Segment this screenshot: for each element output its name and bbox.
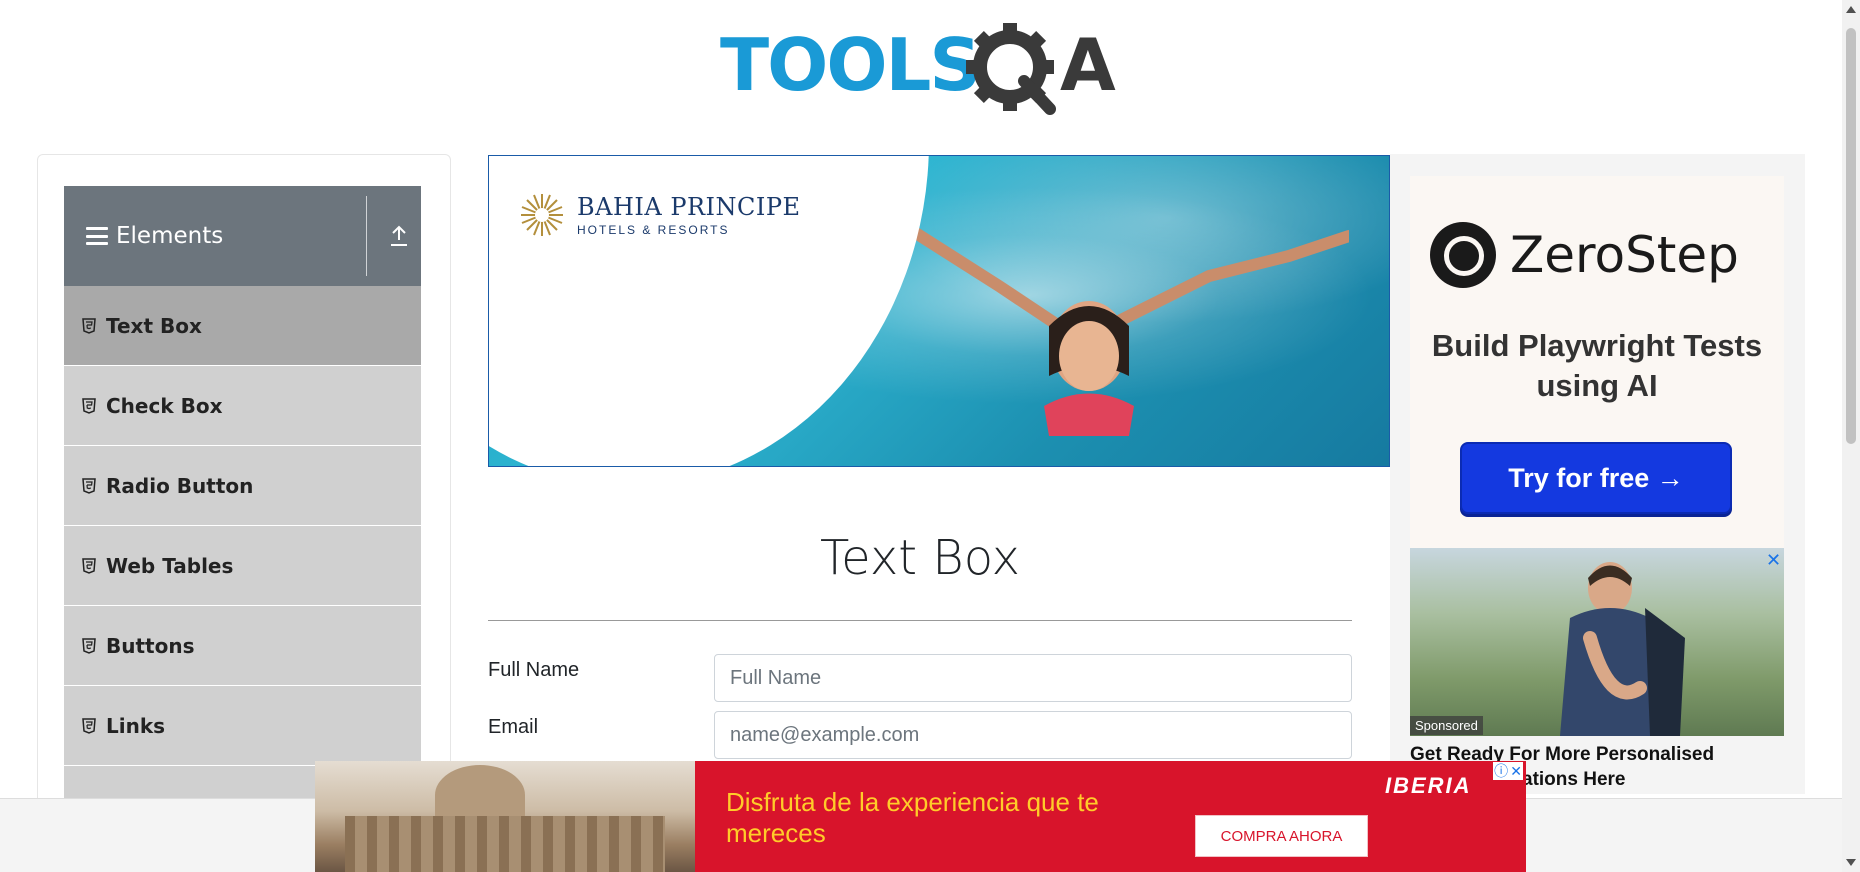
zerostep-tagline: Build Playwright Tests using AI [1431,328,1763,403]
sidebar-item-check-box[interactable]: Check Box [64,366,421,446]
scrollbar-thumb[interactable] [1846,28,1856,444]
close-icon[interactable]: ✕ [1766,550,1781,571]
email-input[interactable]: name@example.com [714,711,1352,759]
vertical-scrollbar[interactable] [1842,0,1860,872]
hamburger-icon [86,227,108,245]
building-shape [345,816,665,872]
email-label: Email [488,716,539,738]
full-name-label: Full Name [488,659,580,681]
sidebar-item-links[interactable]: Links [64,686,421,766]
bahia-brand: BAHIA PRINCIPE HOTELS & RESORTS [519,192,801,238]
html5-icon [82,717,96,734]
group-title: Elements [116,223,224,249]
header-divider [366,196,367,276]
iberia-brand: IBERIA [1385,773,1472,798]
sidebar-item-label: Text Box [106,313,202,338]
sidebar-item-web-tables[interactable]: Web Tables [64,526,421,606]
elements-group-header[interactable]: Elements [64,186,421,286]
city-photo [315,761,695,872]
bahia-sub: HOTELS & RESORTS [577,223,730,237]
ad-choices[interactable]: ⓘ ✕ [1493,762,1523,780]
zerostep-logo-icon [1430,222,1496,288]
sidebar-item-label: Buttons [106,633,195,658]
full-name-input[interactable]: Full Name [714,654,1352,702]
sidebar-item-label: Radio Button [106,473,254,498]
try-for-free-button[interactable]: Try for free → [1460,442,1732,514]
sidebar-item-label: Check Box [106,393,223,418]
sun-logo-icon [521,194,563,236]
hiker-ad-image[interactable] [1410,548,1784,736]
compra-ahora-button[interactable]: COMPRA AHORA [1195,815,1368,857]
toolsqa-logo[interactable]: TOOLS A [720,18,1125,116]
sidebar-item-buttons[interactable]: Buttons [64,606,421,686]
full-name-placeholder: Full Name [730,666,822,689]
close-icon[interactable]: ✕ [1510,763,1522,780]
collapse-icon[interactable] [376,216,421,256]
top-ad-banner[interactable]: BAHIA PRINCIPE HOTELS & RESORTS [488,155,1390,467]
zerostep-name: ZeroStep [1510,226,1739,284]
svg-text:TOOLS: TOOLS [720,23,979,107]
sidebar-item-radio-button[interactable]: Radio Button [64,446,421,526]
html5-icon [82,557,96,574]
zerostep-logo: ZeroStep [1430,222,1739,288]
page-title: Text Box [819,530,1021,586]
sponsored-badge: Sponsored [1410,716,1483,735]
hiker-person [1560,562,1685,736]
html5-icon [82,397,96,414]
email-placeholder: name@example.com [730,723,920,746]
title-divider [488,620,1352,621]
sidebar-item-text-box[interactable]: Text Box [64,286,421,366]
html5-icon [82,317,96,334]
html5-icon [82,637,96,654]
iberia-ad[interactable]: Disfruta de la experiencia que te merece… [315,761,1526,872]
scroll-up-icon[interactable] [1846,6,1856,13]
sidebar-item-label: Links [106,713,166,738]
iberia-message: Disfruta de la experiencia que te merece… [726,787,1099,848]
bahia-name: BAHIA PRINCIPE [577,193,801,221]
html5-icon [82,477,96,494]
svg-text:A: A [1060,23,1116,107]
sidebar-item-label: Web Tables [106,553,234,578]
scroll-down-icon[interactable] [1846,859,1856,866]
info-icon[interactable]: ⓘ [1494,761,1508,781]
